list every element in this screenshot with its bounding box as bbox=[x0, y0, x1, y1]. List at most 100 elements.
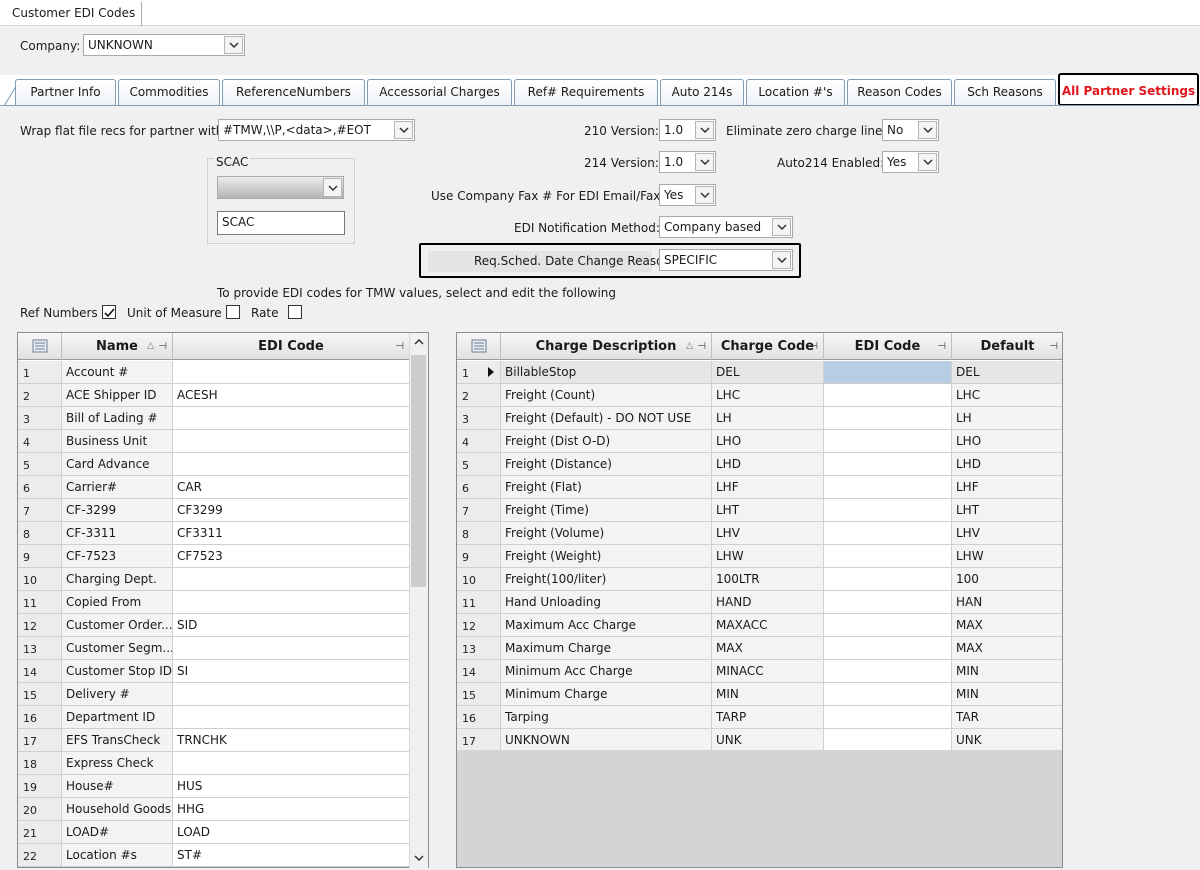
table-row[interactable]: 5 Freight (Distance) LHD LHD bbox=[457, 453, 1062, 476]
eliminate-zero-dropdown[interactable]: No bbox=[882, 119, 939, 141]
table-row[interactable]: 17 UNKNOWN UNK UNK bbox=[457, 729, 1062, 752]
version-214-dropdown[interactable]: 1.0 bbox=[659, 151, 716, 173]
table-row[interactable]: 18 Express Check bbox=[18, 752, 410, 775]
column-header-edi-code[interactable]: EDI Code ⊣ bbox=[173, 333, 410, 360]
column-header-name[interactable]: Name △ ⊣ bbox=[62, 333, 173, 360]
table-row[interactable]: 15 Delivery # bbox=[18, 683, 410, 706]
table-row[interactable]: 5 Card Advance bbox=[18, 453, 410, 476]
name-cell[interactable]: Card Advance bbox=[62, 453, 173, 476]
charge-code-cell[interactable]: LHT bbox=[712, 499, 824, 522]
table-row[interactable]: 16 Department ID bbox=[18, 706, 410, 729]
table-row[interactable]: 2 Freight (Count) LHC LHC bbox=[457, 384, 1062, 407]
edi-code-cell[interactable] bbox=[824, 729, 952, 752]
table-row[interactable]: 15 Minimum Charge MIN MIN bbox=[457, 683, 1062, 706]
edi-code-cell[interactable] bbox=[173, 683, 410, 706]
wrap-dropdown[interactable]: #TMW,\\P,<data>,#EOT bbox=[218, 119, 415, 141]
edi-code-cell[interactable] bbox=[824, 568, 952, 591]
edi-code-cell[interactable] bbox=[824, 614, 952, 637]
edi-code-cell[interactable]: ACESH bbox=[173, 384, 410, 407]
table-row[interactable]: 19 House# HUS bbox=[18, 775, 410, 798]
edi-code-cell[interactable] bbox=[173, 706, 410, 729]
table-row[interactable]: 16 Tarping TARP TAR bbox=[457, 706, 1062, 729]
name-cell[interactable]: CF-3299 bbox=[62, 499, 173, 522]
tab-all-partner-settings[interactable]: All Partner Settings bbox=[1058, 73, 1199, 106]
name-cell[interactable]: LOAD# bbox=[62, 821, 173, 844]
chevron-down-icon[interactable] bbox=[695, 153, 714, 171]
chevron-down-icon[interactable] bbox=[918, 121, 937, 139]
charge-code-cell[interactable]: 100LTR bbox=[712, 568, 824, 591]
charge-description-cell[interactable]: Freight (Count) bbox=[501, 384, 712, 407]
charge-description-cell[interactable]: Freight (Weight) bbox=[501, 545, 712, 568]
table-row[interactable]: 2 ACE Shipper ID ACESH bbox=[18, 384, 410, 407]
chevron-down-icon[interactable] bbox=[772, 218, 791, 236]
table-row[interactable]: 4 Freight (Dist O-D) LHO LHO bbox=[457, 430, 1062, 453]
chevron-down-icon[interactable] bbox=[323, 178, 342, 197]
table-row[interactable]: 8 Freight (Volume) LHV LHV bbox=[457, 522, 1062, 545]
scac-input[interactable]: SCAC bbox=[217, 211, 345, 235]
table-row[interactable]: 17 EFS TransCheck TRNCHK bbox=[18, 729, 410, 752]
default-cell[interactable]: LHF bbox=[952, 476, 1062, 499]
edi-code-cell[interactable]: SI bbox=[173, 660, 410, 683]
charge-description-cell[interactable]: Freight (Flat) bbox=[501, 476, 712, 499]
table-row[interactable]: 13 Maximum Charge MAX MAX bbox=[457, 637, 1062, 660]
name-cell[interactable]: Location #s bbox=[62, 844, 173, 867]
name-cell[interactable]: Customer Order... bbox=[62, 614, 173, 637]
table-row[interactable]: 10 Freight(100/liter) 100LTR 100 bbox=[457, 568, 1062, 591]
default-cell[interactable]: MAX bbox=[952, 614, 1062, 637]
charge-code-cell[interactable]: LHC bbox=[712, 384, 824, 407]
charge-code-cell[interactable]: TARP bbox=[712, 706, 824, 729]
table-row[interactable]: 10 Charging Dept. bbox=[18, 568, 410, 591]
version-210-dropdown[interactable]: 1.0 bbox=[659, 119, 716, 141]
charge-description-cell[interactable]: Freight (Default) - DO NOT USE bbox=[501, 407, 712, 430]
charge-description-cell[interactable]: Freight (Distance) bbox=[501, 453, 712, 476]
charge-code-cell[interactable]: DEL bbox=[712, 361, 824, 384]
charge-code-cell[interactable]: LHW bbox=[712, 545, 824, 568]
edi-code-cell[interactable] bbox=[173, 637, 410, 660]
default-cell[interactable]: LHT bbox=[952, 499, 1062, 522]
edi-code-cell[interactable] bbox=[824, 407, 952, 430]
table-row[interactable]: 21 LOAD# LOAD bbox=[18, 821, 410, 844]
pin-icon[interactable]: ⊣ bbox=[937, 333, 946, 360]
charge-description-cell[interactable]: Freight (Dist O-D) bbox=[501, 430, 712, 453]
table-row[interactable]: 14 Minimum Acc Charge MINACC MIN bbox=[457, 660, 1062, 683]
edi-code-cell[interactable] bbox=[824, 706, 952, 729]
edi-code-cell[interactable]: CF3311 bbox=[173, 522, 410, 545]
name-cell[interactable]: Household Goods bbox=[62, 798, 173, 821]
default-cell[interactable]: MIN bbox=[952, 660, 1062, 683]
charge-code-cell[interactable]: UNK bbox=[712, 729, 824, 752]
table-row[interactable]: 3 Bill of Lading # bbox=[18, 407, 410, 430]
scroll-up-icon[interactable] bbox=[413, 337, 425, 347]
table-row[interactable]: 9 CF-7523 CF7523 bbox=[18, 545, 410, 568]
charge-description-cell[interactable]: Maximum Charge bbox=[501, 637, 712, 660]
edi-code-cell[interactable] bbox=[824, 683, 952, 706]
chevron-down-icon[interactable] bbox=[695, 121, 714, 139]
default-cell[interactable]: LH bbox=[952, 407, 1062, 430]
table-row[interactable]: 11 Hand Unloading HAND HAN bbox=[457, 591, 1062, 614]
tab-accessorial-charges[interactable]: Accessorial Charges bbox=[367, 79, 512, 105]
table-row[interactable]: 14 Customer Stop ID SI bbox=[18, 660, 410, 683]
table-row[interactable]: 1 Account # bbox=[18, 361, 410, 384]
notification-method-dropdown[interactable]: Company based bbox=[659, 216, 793, 238]
charge-description-cell[interactable]: Freight(100/liter) bbox=[501, 568, 712, 591]
edi-code-cell[interactable] bbox=[173, 568, 410, 591]
tab-sch-reasons[interactable]: Sch Reasons bbox=[954, 79, 1056, 105]
table-row[interactable]: 22 Location #s ST# bbox=[18, 844, 410, 867]
table-row[interactable]: 7 Freight (Time) LHT LHT bbox=[457, 499, 1062, 522]
chevron-down-icon[interactable] bbox=[695, 186, 714, 204]
edi-code-cell[interactable] bbox=[173, 361, 410, 384]
tab-partner-info[interactable]: Partner Info bbox=[15, 79, 116, 105]
pin-icon[interactable]: ⊣ bbox=[1049, 333, 1058, 360]
chevron-down-icon[interactable] bbox=[918, 153, 937, 171]
pin-icon[interactable]: ⊣ bbox=[395, 333, 404, 360]
default-cell[interactable]: LHO bbox=[952, 430, 1062, 453]
default-cell[interactable]: MAX bbox=[952, 637, 1062, 660]
tab-location-numbers[interactable]: Location #'s bbox=[746, 79, 845, 105]
column-chooser-button[interactable] bbox=[457, 333, 501, 360]
edi-code-cell[interactable]: CAR bbox=[173, 476, 410, 499]
edi-code-cell[interactable] bbox=[824, 476, 952, 499]
edi-code-cell[interactable]: SID bbox=[173, 614, 410, 637]
edi-code-cell[interactable]: LOAD bbox=[173, 821, 410, 844]
table-row[interactable]: 4 Business Unit bbox=[18, 430, 410, 453]
default-cell[interactable]: LHV bbox=[952, 522, 1062, 545]
table-row[interactable]: 1 BillableStop DEL DEL bbox=[457, 361, 1062, 384]
